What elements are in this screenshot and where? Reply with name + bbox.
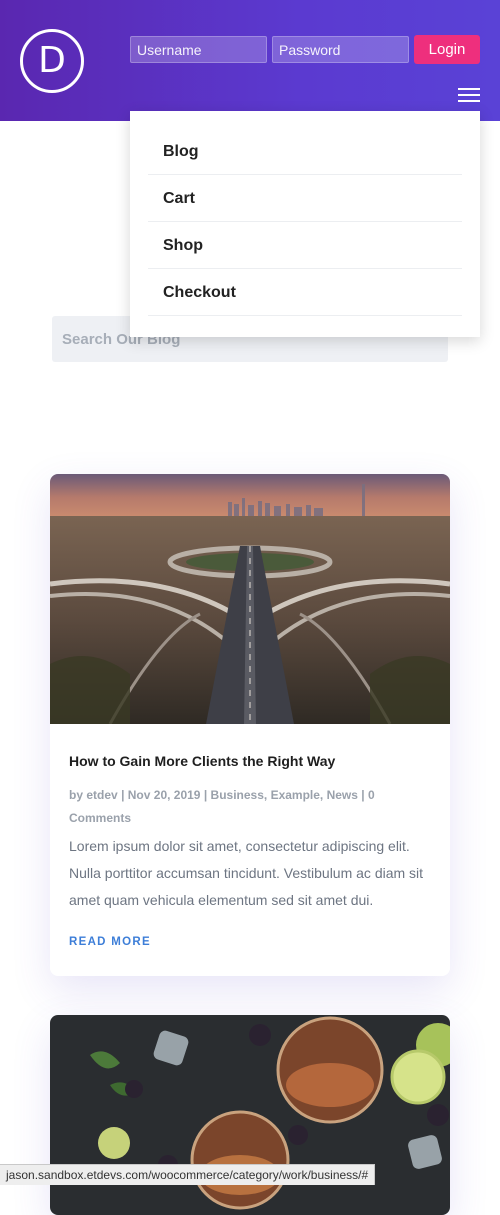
browser-status-url: jason.sandbox.etdevs.com/woocommerce/cat… [0,1164,376,1185]
post-featured-image-highway[interactable] [50,474,450,724]
blog-post-card: How to Gain More Clients the Right Way b… [50,474,450,976]
category-link-news[interactable]: News [327,788,358,802]
author-link[interactable]: etdev [86,788,117,802]
site-logo[interactable]: D [20,29,84,93]
meta-separator: | [121,788,128,802]
login-button[interactable]: Login [414,35,480,64]
category-link-example[interactable]: Example [271,788,320,802]
hamburger-line [458,100,480,102]
password-input[interactable] [272,36,409,63]
hamburger-line [458,94,480,96]
logo-letter: D [38,40,66,81]
menu-item-blog[interactable]: Blog [148,128,462,175]
meta-separator: | [203,788,211,802]
category-link-business[interactable]: Business [211,788,264,802]
hamburger-line [458,88,480,90]
site-header: D Login [0,0,500,121]
menu-item-shop[interactable]: Shop [148,222,462,269]
meta-separator: | [361,788,368,802]
hamburger-menu-icon[interactable] [458,87,480,103]
menu-item-checkout[interactable]: Checkout [148,269,462,316]
author-prefix: by [69,788,84,802]
post-excerpt: Lorem ipsum dolor sit amet, consectetur … [69,838,424,908]
category-comma: , [319,788,327,802]
blog-post-card [50,1015,450,1215]
username-input[interactable] [130,36,267,63]
read-more-link[interactable]: READ MORE [69,936,151,948]
post-meta: by etdev | Nov 20, 2019 | Business, Exam… [69,784,399,830]
post-featured-image-drinks[interactable] [50,1015,450,1215]
menu-item-cart[interactable]: Cart [148,175,462,222]
post-title[interactable]: How to Gain More Clients the Right Way [69,753,439,769]
post-date: Nov 20, 2019 [127,788,201,802]
mobile-nav-dropdown: Blog Cart Shop Checkout [130,111,480,337]
category-comma: , [263,788,271,802]
